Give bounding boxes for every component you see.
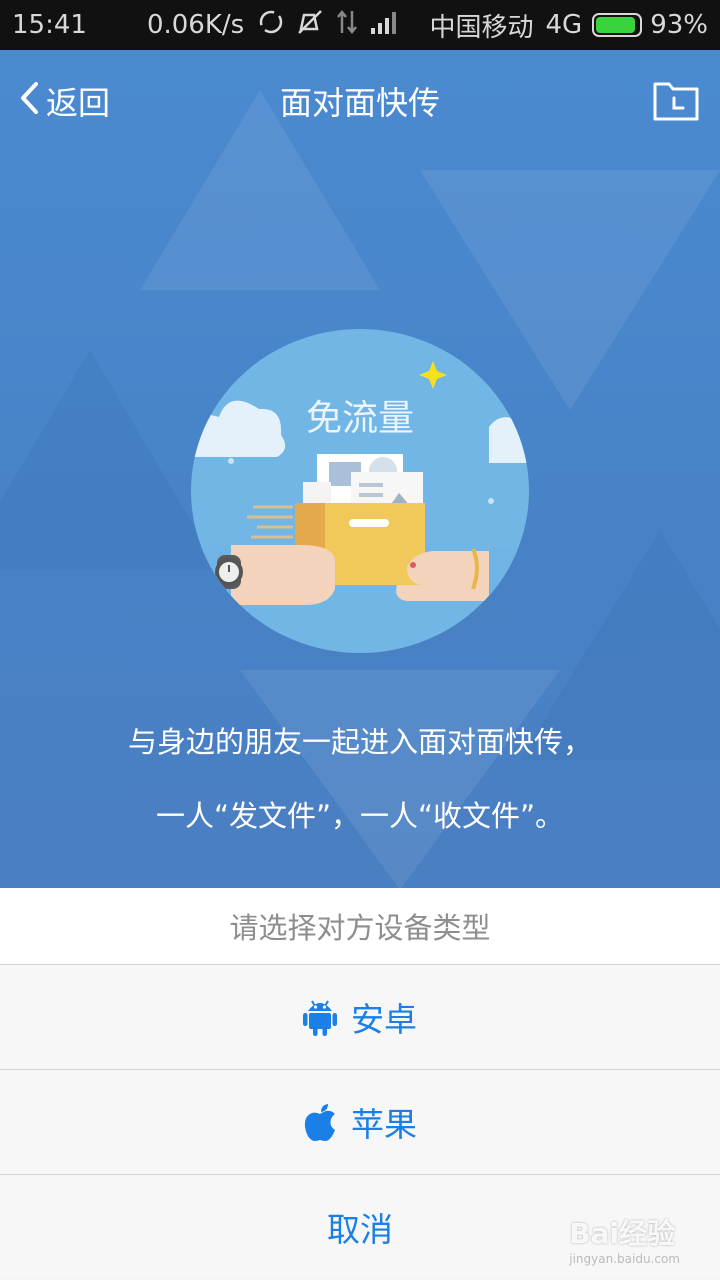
option-android-button[interactable]: 安卓 (0, 965, 720, 1070)
sheet-title: 请选择对方设备类型 (0, 888, 720, 965)
sync-icon (258, 9, 284, 41)
page-title: 面对面快传 (279, 84, 440, 122)
option-apple-label: 苹果 (351, 1105, 417, 1144)
watermark-url: jingyan.baidu.com (569, 1252, 680, 1266)
network-type: 4G (545, 10, 583, 40)
option-apple-button[interactable]: 苹果 (0, 1070, 720, 1175)
network-speed: 0.06K/s (146, 10, 245, 40)
description-line-2: 一人“发文件”，一人“收文件”。 (155, 799, 565, 833)
signal-icon (370, 10, 400, 40)
description: 与身边的朋友一起进入面对面快传， 一人“发文件”，一人“收文件”。 (0, 705, 720, 853)
mute-icon (296, 9, 324, 41)
battery-icon (592, 13, 643, 37)
file-handoff-illustration (191, 361, 529, 605)
main-panel: 返回 面对面快传 免流量 与身边的朋友一起进入面对面快传， 一人“发文件”，一人… (0, 50, 720, 888)
device-type-sheet: 请选择对方设备类型 安卓 苹果 取消 Bai经验 jingyan.baidu.c… (0, 888, 720, 1280)
illustration-circle: 免流量 (191, 329, 529, 653)
bg-pattern (0, 350, 220, 570)
watermark-brand: Bai经验 (569, 1217, 676, 1250)
nav-header: 返回 面对面快传 (0, 50, 720, 150)
status-time: 15:41 (12, 10, 87, 40)
apple-icon (303, 1102, 337, 1142)
watermark: Bai经验 jingyan.baidu.com (569, 1212, 680, 1266)
status-bar: 15:41 0.06K/s 中国移动 4G 93% (0, 0, 720, 50)
folder-clock-icon (653, 82, 699, 121)
history-folder-button[interactable] (652, 76, 700, 122)
android-icon (303, 997, 337, 1037)
carrier-name: 中国移动 (429, 12, 534, 43)
option-android-label: 安卓 (351, 1000, 417, 1039)
battery-percent: 93% (650, 10, 708, 40)
data-arrows-icon (336, 9, 358, 41)
description-line-1: 与身边的朋友一起进入面对面快传， (127, 725, 592, 759)
